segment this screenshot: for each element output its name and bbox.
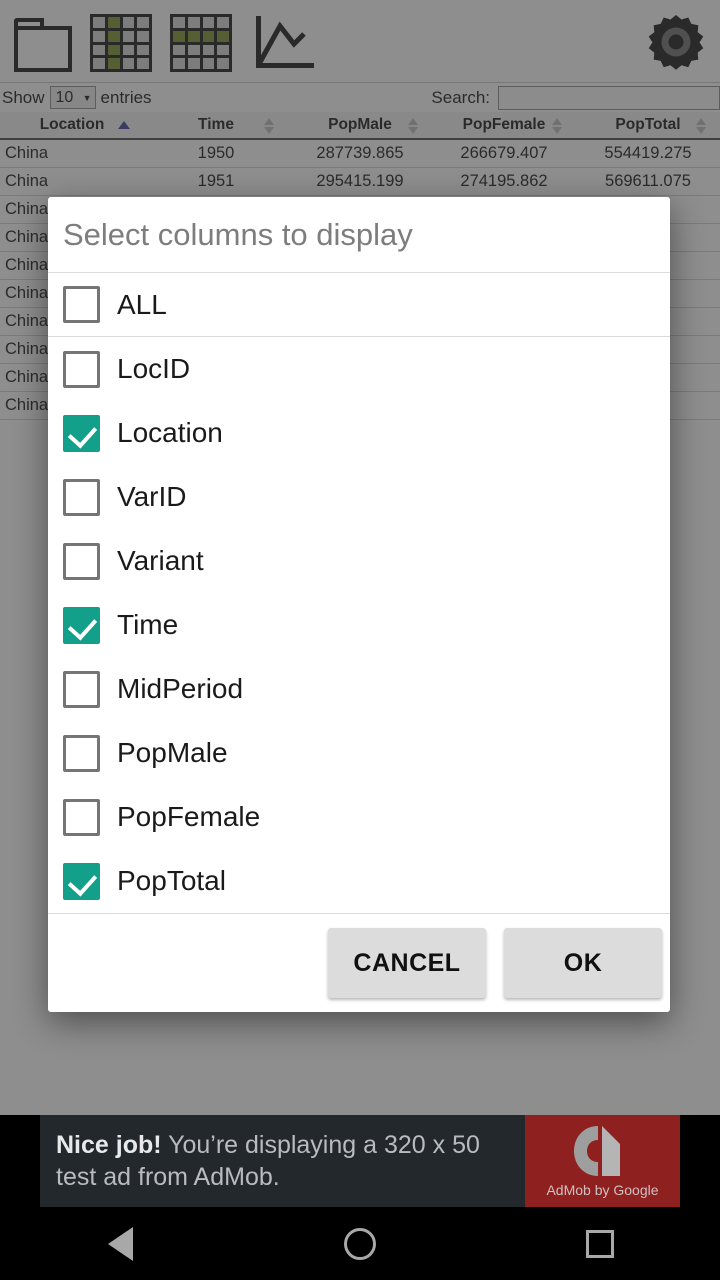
checkbox-unchecked-icon[interactable] (63, 350, 100, 388)
checkbox-checked-icon[interactable] (63, 862, 100, 900)
admob-logo-icon (572, 1124, 634, 1180)
column-checkbox-item[interactable]: Location (48, 401, 670, 465)
home-button[interactable] (325, 1221, 395, 1267)
checkbox-unchecked-icon[interactable] (63, 670, 100, 708)
column-checkbox-label: PopMale (117, 737, 228, 768)
checkbox-checked-icon[interactable] (63, 606, 100, 644)
checkbox-unchecked-icon[interactable] (63, 734, 100, 772)
admob-banner[interactable]: Nice job! You’re displaying a 320 x 50 t… (40, 1115, 680, 1207)
back-triangle-icon (107, 1226, 133, 1261)
home-circle-icon (344, 1227, 376, 1260)
android-navigation-bar (0, 1207, 720, 1280)
column-checkbox-label: Variant (117, 545, 204, 576)
column-checkbox-label: PopFemale (117, 801, 261, 832)
column-checkbox-item[interactable]: Time (48, 593, 670, 657)
column-checkbox-label: Time (117, 609, 179, 640)
select-columns-dialog: Select columns to display ALL LocID Locati… (48, 197, 670, 1012)
checkbox-unchecked-icon[interactable] (63, 542, 100, 580)
column-checkbox-label: MidPeriod (117, 673, 244, 704)
back-button[interactable] (85, 1221, 155, 1267)
admob-caption: AdMob by Google (546, 1182, 659, 1198)
admob-logo-area: AdMob by Google (525, 1115, 680, 1207)
column-checkbox-label: PopTotal (117, 865, 226, 896)
column-checkbox-label: ALL (117, 288, 167, 320)
ok-button[interactable]: OK (504, 928, 662, 998)
column-checkbox-item[interactable]: LocID (48, 337, 670, 401)
column-checkbox-item[interactable]: Variant (48, 529, 670, 593)
column-checkbox-item[interactable]: PopMale (48, 721, 670, 785)
column-checkbox-item[interactable]: PopTotal (48, 849, 670, 913)
column-checkbox-item[interactable]: MidPeriod (48, 657, 670, 721)
column-checkbox-list: ALL LocID Location VarID Variant Time MidPerio… (48, 273, 670, 913)
phone-screen: Show 10 ▼ entries Search: Location (0, 0, 720, 1280)
column-checkbox-item[interactable]: VarID (48, 465, 670, 529)
checkbox-unchecked-icon[interactable] (63, 286, 100, 323)
ad-text: Nice job! You’re displaying a 320 x 50 t… (40, 1115, 525, 1207)
recents-square-icon (586, 1229, 614, 1258)
ad-headline: Nice job! (56, 1131, 162, 1159)
checkbox-unchecked-icon[interactable] (63, 798, 100, 836)
ad-container: Nice job! You’re displaying a 320 x 50 t… (0, 1115, 720, 1207)
checkbox-unchecked-icon[interactable] (63, 478, 100, 516)
column-checkbox-label: LocID (117, 353, 191, 384)
dialog-actions: CANCEL OK (48, 913, 670, 1012)
cancel-button[interactable]: CANCEL (328, 928, 486, 998)
column-checkbox-label: VarID (117, 481, 187, 512)
checkbox-checked-icon[interactable] (63, 414, 100, 452)
recents-button[interactable] (565, 1221, 635, 1267)
column-checkbox-item[interactable]: ALL (48, 273, 670, 337)
dialog-title: Select columns to display (48, 197, 670, 273)
column-checkbox-label: Location (117, 417, 223, 448)
column-checkbox-item[interactable]: PopFemale (48, 785, 670, 849)
